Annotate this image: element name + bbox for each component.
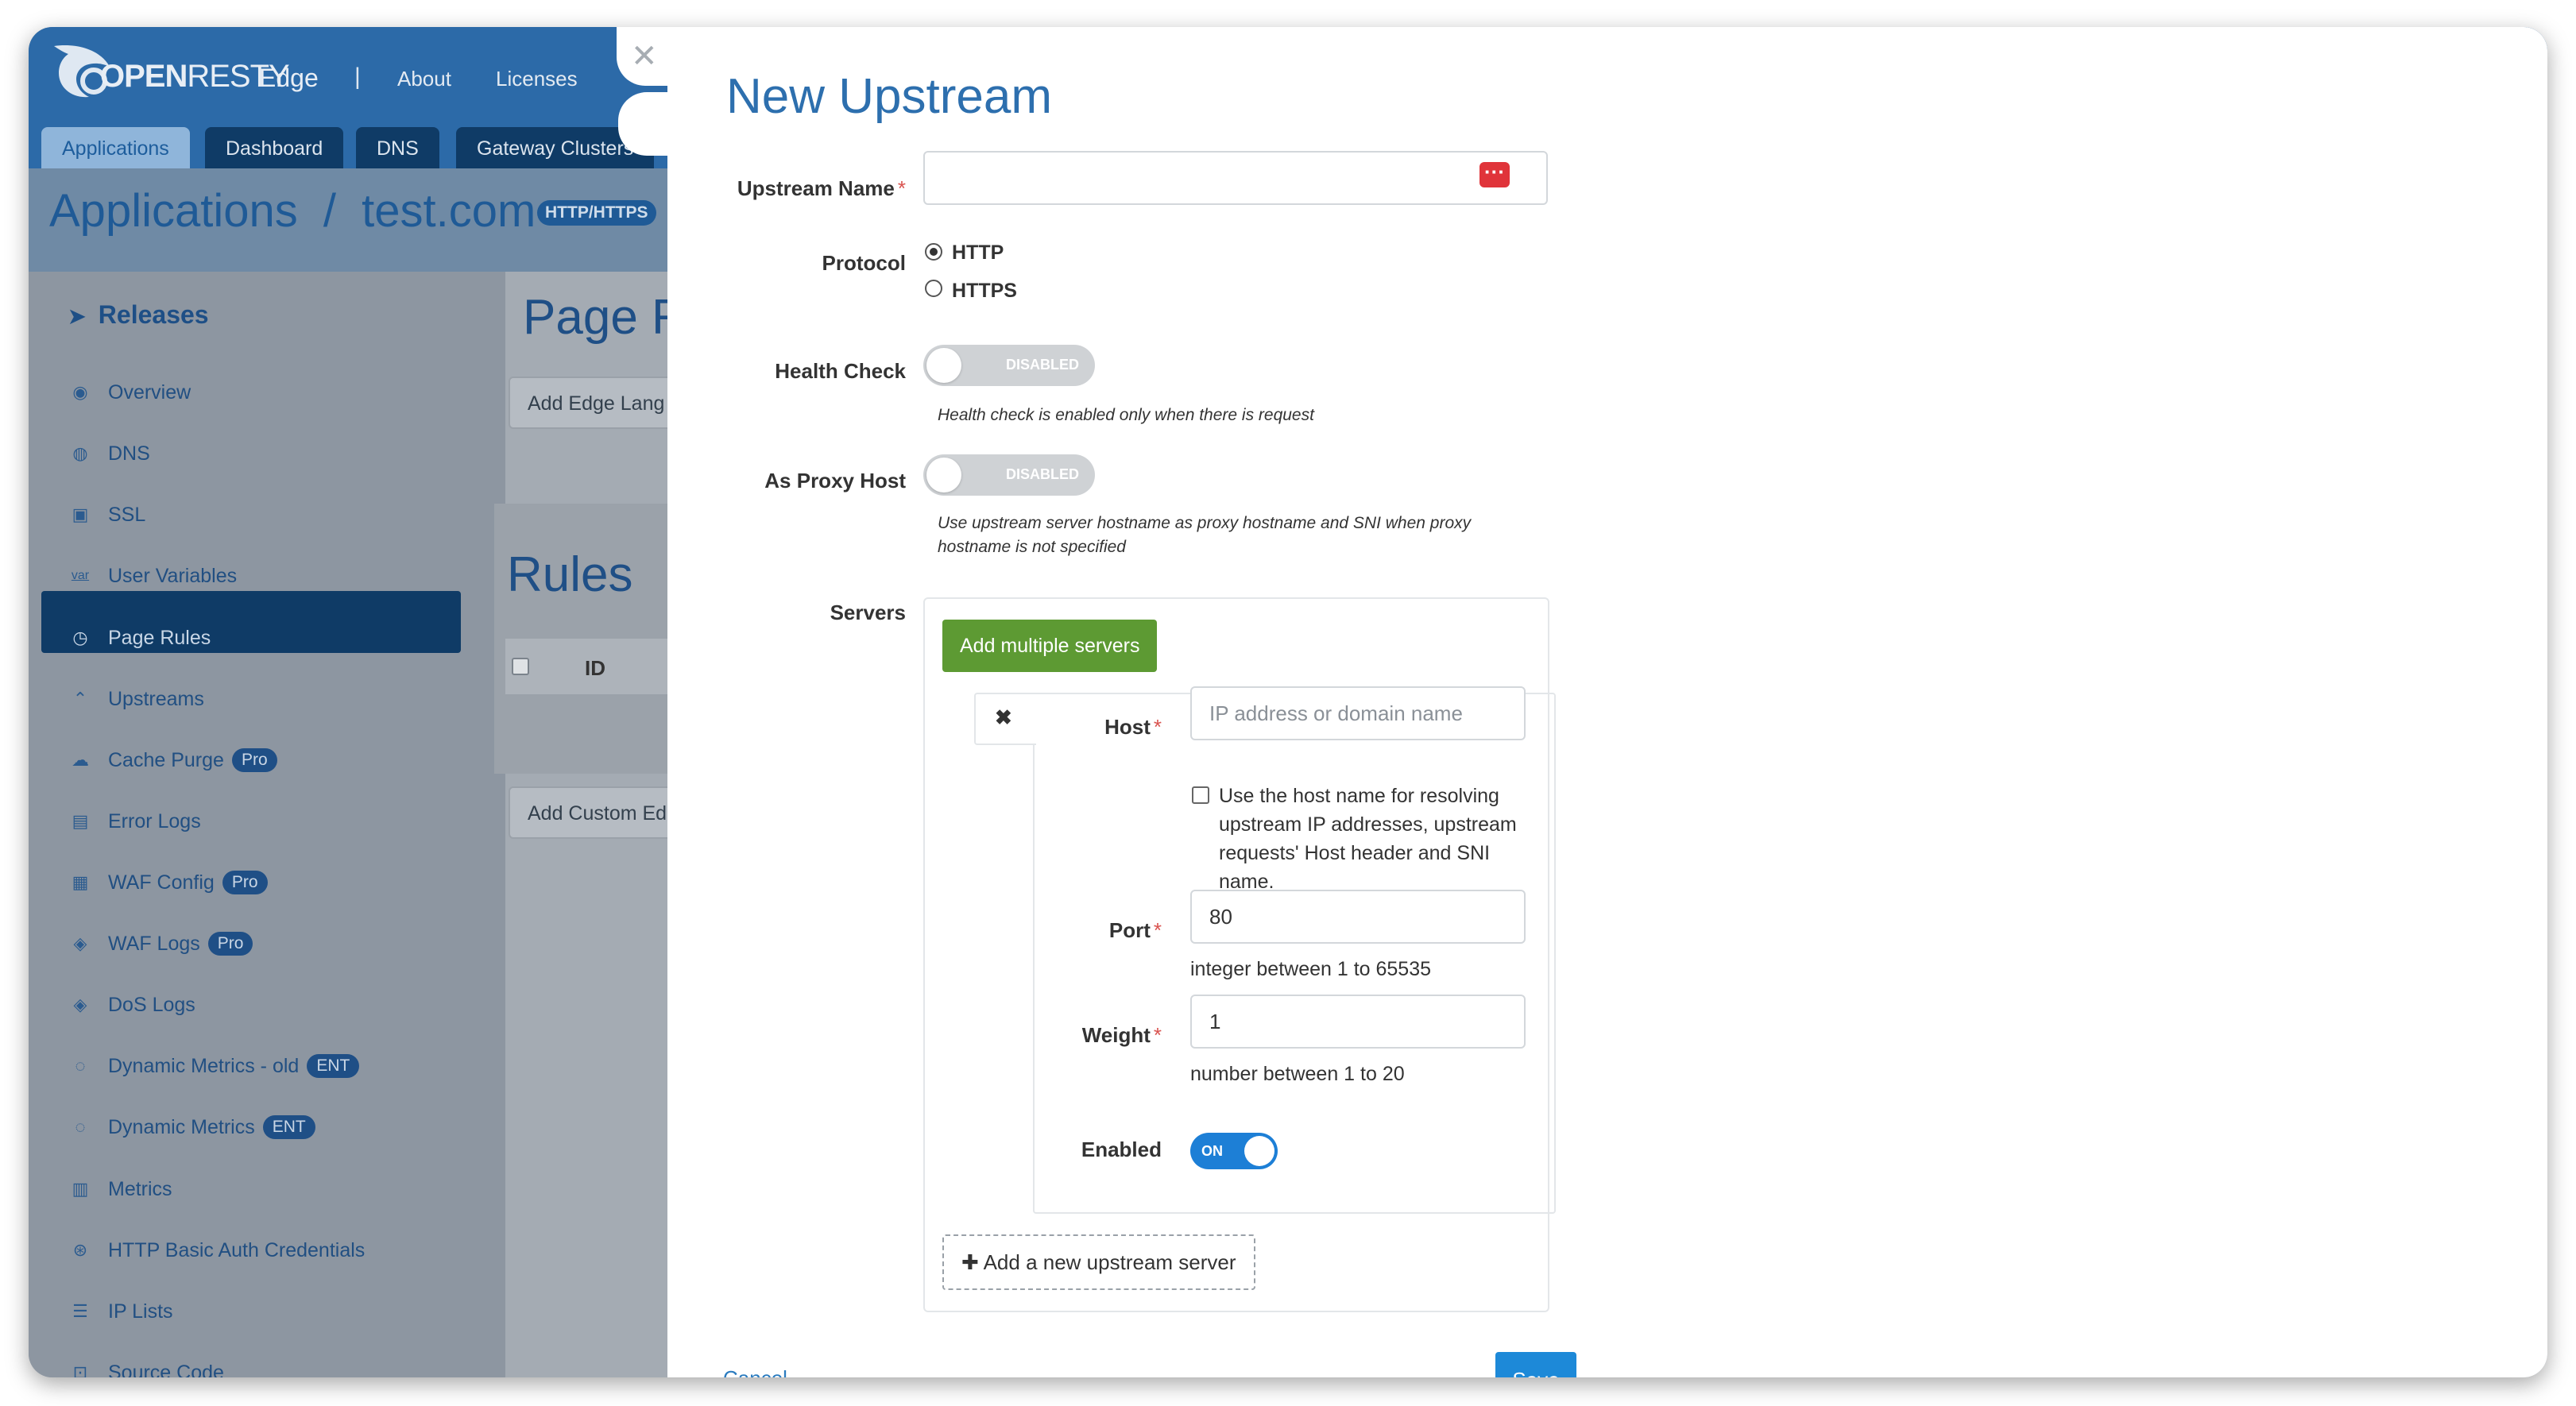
server-card bbox=[1033, 693, 1556, 1214]
pro-badge: Pro bbox=[207, 932, 253, 956]
port-input[interactable]: 80 bbox=[1190, 890, 1526, 944]
tab-dashboard[interactable]: Dashboard bbox=[205, 127, 344, 170]
protocol-label: Protocol bbox=[822, 251, 906, 275]
port-help: integer between 1 to 65535 bbox=[1190, 958, 1432, 980]
rules-heading: Rules bbox=[507, 547, 633, 602]
sidebar-item-ssl[interactable]: ▣ SSL bbox=[68, 499, 146, 531]
sidebar-title: ➤ Releases bbox=[68, 300, 209, 329]
nav-licenses-link[interactable]: Licenses bbox=[496, 67, 578, 91]
sidebar-item-metrics[interactable]: ▥ Metrics bbox=[68, 1173, 172, 1205]
sidebar-item-upstreams[interactable]: ⌃ Upstreams bbox=[68, 683, 204, 715]
protocol-http-radio[interactable] bbox=[925, 243, 942, 261]
sidebar-item-page-rules[interactable]: ◷ Page Rules bbox=[68, 622, 211, 654]
host-input[interactable]: IP address or domain name bbox=[1190, 686, 1526, 740]
ent-badge: ENT bbox=[262, 1115, 315, 1139]
breadcrumb-root[interactable]: Applications bbox=[49, 185, 298, 237]
add-edge-lang-button[interactable]: Add Edge Lang bbox=[509, 377, 684, 429]
sidebar-item-waf-config[interactable]: ▦ WAF Config Pro bbox=[68, 867, 268, 898]
protocol-http-label[interactable]: HTTP bbox=[952, 241, 1004, 265]
dialog-title: New Upstream bbox=[726, 69, 1052, 124]
dashboard-icon: ◉ bbox=[72, 382, 88, 402]
weight-label: Weight * bbox=[1081, 1023, 1162, 1047]
metrics-icon: ◌ bbox=[75, 1056, 86, 1076]
servers-label: Servers bbox=[830, 601, 906, 624]
table-icon: ▦ bbox=[72, 872, 89, 892]
sidebar-item-dos-logs[interactable]: ◈ DoS Logs bbox=[68, 989, 195, 1021]
ent-badge: ENT bbox=[307, 1054, 360, 1078]
plus-icon: ✚ bbox=[961, 1250, 979, 1274]
bar-chart-icon: ▥ bbox=[72, 1179, 89, 1199]
add-multiple-servers-button[interactable]: Add multiple servers bbox=[942, 620, 1158, 672]
health-check-label: Health Check bbox=[775, 359, 906, 383]
new-upstream-dialog: New Upstream Upstream Name * ··· Protocol… bbox=[667, 27, 2547, 1377]
tab-dns[interactable]: DNS bbox=[356, 127, 439, 170]
sidebar-item-dynamic-metrics-old[interactable]: ◌ Dynamic Metrics - old ENT bbox=[68, 1050, 360, 1082]
certificate-icon: ▣ bbox=[72, 504, 89, 524]
add-upstream-server-button[interactable]: ✚ Add a new upstream server bbox=[942, 1234, 1255, 1290]
pro-badge: Pro bbox=[231, 748, 277, 772]
enabled-toggle[interactable]: ON bbox=[1190, 1133, 1278, 1169]
sidebar-item-error-logs[interactable]: ▤ Error Logs bbox=[68, 805, 201, 837]
page-heading: Page R bbox=[523, 290, 687, 345]
paper-plane-icon: ➤ bbox=[68, 304, 86, 328]
sidebar-item-dynamic-metrics[interactable]: ◌ Dynamic Metrics ENT bbox=[68, 1111, 315, 1143]
sidebar-item-waf-logs[interactable]: ◈ WAF Logs Pro bbox=[68, 928, 253, 960]
port-label: Port * bbox=[1108, 918, 1162, 942]
protocol-https-label[interactable]: HTTPS bbox=[952, 280, 1017, 303]
nav-about-link[interactable]: About bbox=[397, 67, 451, 91]
health-check-help: Health check is enabled only when there … bbox=[938, 406, 1314, 424]
enabled-label: Enabled bbox=[1081, 1138, 1162, 1161]
password-manager-icon[interactable]: ··· bbox=[1479, 161, 1510, 187]
sidebar-item-ip-lists[interactable]: ☰ IP Lists bbox=[68, 1296, 172, 1327]
save-button[interactable]: Save bbox=[1495, 1352, 1576, 1377]
list-icon: ☰ bbox=[72, 1301, 88, 1321]
var-icon: var bbox=[71, 569, 90, 582]
as-proxy-host-label: As Proxy Host bbox=[764, 469, 906, 492]
shield-log-icon: ◈ bbox=[73, 995, 87, 1014]
sidebar-item-http-basic-auth[interactable]: ⊛ HTTP Basic Auth Credentials bbox=[68, 1234, 366, 1266]
tab-applications[interactable]: Applications bbox=[41, 127, 190, 170]
select-all-checkbox[interactable] bbox=[512, 658, 529, 675]
use-host-name-text: Use the host name for resolving upstream… bbox=[1219, 785, 1517, 893]
upstream-name-input[interactable] bbox=[923, 151, 1548, 205]
add-custom-edge-button[interactable]: Add Custom Ed bbox=[509, 786, 687, 839]
sidebar-item-source-code[interactable]: ⊡ Source Code bbox=[68, 1357, 224, 1378]
weight-input[interactable]: 1 bbox=[1190, 995, 1526, 1049]
screen: OPENRESTY Edge | About Licenses Applicat… bbox=[0, 0, 2576, 1406]
breadcrumb: Applications / test.com bbox=[49, 185, 536, 237]
rules-icon: ◷ bbox=[72, 628, 88, 647]
column-id: ID bbox=[585, 656, 605, 680]
weight-help: number between 1 to 20 bbox=[1190, 1063, 1405, 1085]
as-proxy-host-toggle[interactable]: DISABLED bbox=[923, 454, 1095, 496]
code-icon: ⊡ bbox=[72, 1362, 88, 1377]
protocol-badge: HTTP/HTTPS bbox=[537, 200, 656, 226]
brand-name: Edge bbox=[259, 64, 319, 92]
cloud-icon: ☁ bbox=[72, 750, 89, 770]
log-icon: ▤ bbox=[72, 811, 89, 831]
protocol-https-radio[interactable] bbox=[925, 280, 942, 297]
upstream-name-label: Upstream Name * bbox=[737, 176, 906, 200]
use-host-name-checkbox[interactable] bbox=[1192, 786, 1209, 804]
health-check-toggle[interactable]: DISABLED bbox=[923, 345, 1095, 386]
pro-badge: Pro bbox=[222, 871, 268, 894]
rules-table-header: ID bbox=[505, 639, 688, 694]
globe-icon: ◍ bbox=[72, 443, 88, 463]
breadcrumb-app: test.com bbox=[362, 185, 536, 237]
shield-log-icon: ◈ bbox=[73, 933, 87, 953]
upstream-icon: ⌃ bbox=[72, 689, 88, 709]
cancel-link[interactable]: Cancel bbox=[723, 1366, 787, 1377]
close-icon[interactable]: ✕ bbox=[631, 38, 658, 75]
nav-separator: | bbox=[354, 64, 361, 90]
sidebar-item-overview[interactable]: ◉ Overview bbox=[68, 377, 191, 408]
metrics-icon: ◌ bbox=[75, 1117, 86, 1137]
host-label: Host * bbox=[1104, 715, 1162, 739]
sidebar-item-dns[interactable]: ◍ DNS bbox=[68, 438, 149, 469]
as-proxy-host-help: Use upstream server hostname as proxy ho… bbox=[938, 514, 1472, 556]
sidebar-item-cache-purge[interactable]: ☁ Cache Purge Pro bbox=[68, 744, 277, 776]
app-window: OPENRESTY Edge | About Licenses Applicat… bbox=[29, 27, 2547, 1377]
lock-icon: ⊛ bbox=[72, 1240, 88, 1260]
sidebar-item-user-variables[interactable]: var User Variables bbox=[68, 560, 237, 592]
